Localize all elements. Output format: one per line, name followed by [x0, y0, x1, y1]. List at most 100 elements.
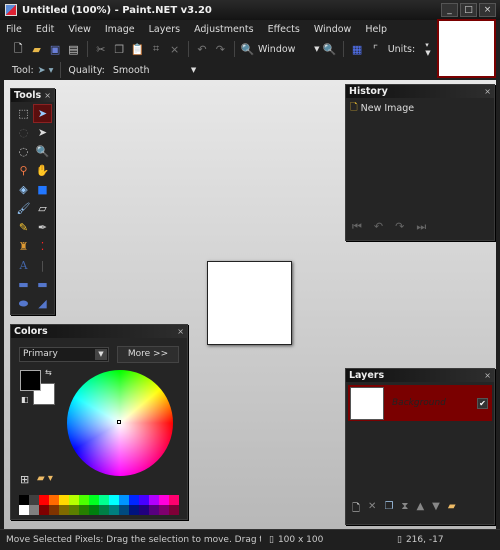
- merge-layer-down-icon[interactable]: ⧗: [401, 501, 408, 518]
- rounded-rectangle-icon[interactable]: ▬: [33, 275, 52, 294]
- image-thumbnail[interactable]: [437, 19, 496, 78]
- ellipse-icon[interactable]: ⬬: [14, 294, 33, 313]
- menu-help[interactable]: Help: [365, 24, 387, 35]
- palette-swatch[interactable]: [69, 495, 79, 505]
- swap-colors-icon[interactable]: ⇆: [45, 368, 52, 377]
- current-tool-icon[interactable]: ➤ ▾: [38, 65, 54, 76]
- palette-swatch[interactable]: [139, 495, 149, 505]
- palette-menu-icon[interactable]: ▰ ▾: [37, 473, 53, 484]
- palette-swatch[interactable]: [159, 495, 169, 505]
- palette-swatch[interactable]: [79, 495, 89, 505]
- more-button[interactable]: More >>: [117, 346, 179, 363]
- color-mode-select[interactable]: Primary ▼: [19, 347, 109, 362]
- paint-bucket-icon[interactable]: ◈: [14, 180, 33, 199]
- history-close-icon[interactable]: ×: [484, 87, 491, 96]
- palette-swatch[interactable]: [29, 505, 39, 515]
- palette-swatch[interactable]: [129, 505, 139, 515]
- redo-icon[interactable]: ↷: [212, 41, 228, 58]
- palette-swatch[interactable]: [69, 505, 79, 515]
- palette-swatch[interactable]: [109, 495, 119, 505]
- add-layer-icon[interactable]: 🗋: [352, 501, 360, 518]
- palette-swatch[interactable]: [19, 495, 29, 505]
- menu-image[interactable]: Image: [105, 24, 135, 35]
- layer-row[interactable]: Background ✔: [348, 385, 492, 421]
- move-selection-icon[interactable]: ➤: [33, 123, 52, 142]
- layers-close-icon[interactable]: ×: [484, 371, 491, 380]
- freeform-shape-icon[interactable]: ◢: [33, 294, 52, 313]
- pencil-icon[interactable]: ✎: [14, 218, 33, 237]
- layer-properties-icon[interactable]: ▰: [448, 501, 456, 518]
- rectangle-select-icon[interactable]: ⬚: [14, 104, 33, 123]
- rectangle-icon[interactable]: ▬: [14, 275, 33, 294]
- new-icon[interactable]: 🗋: [10, 41, 26, 58]
- primary-color-swatch[interactable]: [20, 370, 41, 391]
- palette-swatch[interactable]: [19, 505, 29, 515]
- line-curve-icon[interactable]: |: [33, 256, 52, 275]
- palette-swatch[interactable]: [169, 505, 179, 515]
- copy-icon[interactable]: ❐: [111, 41, 127, 58]
- zoom-dropdown-arrow[interactable]: ▼: [314, 45, 319, 53]
- cut-icon[interactable]: ✂: [93, 41, 109, 58]
- palette-swatch[interactable]: [59, 505, 69, 515]
- menu-layers[interactable]: Layers: [149, 24, 180, 35]
- palette-swatch[interactable]: [99, 505, 109, 515]
- grid-icon[interactable]: ▦: [349, 41, 365, 58]
- zoom-select[interactable]: Window: [258, 44, 312, 55]
- rewind-icon[interactable]: ⏮: [352, 220, 362, 234]
- palette-swatch[interactable]: [49, 495, 59, 505]
- zoom-icon[interactable]: 🔍: [33, 142, 52, 161]
- ellipse-select-icon[interactable]: ◌: [14, 142, 33, 161]
- recolor-icon[interactable]: ⁚: [33, 237, 52, 256]
- menu-file[interactable]: File: [6, 24, 22, 35]
- menu-view[interactable]: View: [68, 24, 91, 35]
- fast-forward-icon[interactable]: ⏭: [416, 220, 426, 234]
- palette-swatch[interactable]: [149, 495, 159, 505]
- palette-swatch[interactable]: [39, 495, 49, 505]
- lasso-select-icon[interactable]: ◌: [14, 123, 33, 142]
- step-back-icon[interactable]: ↶: [374, 220, 383, 234]
- quality-select[interactable]: Smooth: [113, 65, 187, 76]
- close-button[interactable]: ×: [479, 3, 496, 17]
- text-icon[interactable]: A: [14, 256, 33, 275]
- deselect-icon[interactable]: ⨯: [166, 41, 182, 58]
- step-forward-icon[interactable]: ↷: [395, 220, 404, 234]
- magic-wand-icon[interactable]: ⚲: [14, 161, 33, 180]
- units-select[interactable]: ▾ ▼: [425, 41, 436, 57]
- zoom-out-icon[interactable]: 🔍: [240, 41, 256, 58]
- maximize-button[interactable]: □: [460, 3, 477, 17]
- palette-swatch[interactable]: [89, 495, 99, 505]
- menu-edit[interactable]: Edit: [36, 24, 54, 35]
- open-icon[interactable]: ▰: [28, 41, 44, 58]
- palette-swatch[interactable]: [169, 495, 179, 505]
- reset-colors-icon[interactable]: ◧: [21, 395, 29, 404]
- duplicate-layer-icon[interactable]: ❐: [384, 501, 393, 518]
- color-picker-icon[interactable]: ✒: [33, 218, 52, 237]
- clone-stamp-icon[interactable]: ♜: [14, 237, 33, 256]
- menu-adjustments[interactable]: Adjustments: [194, 24, 254, 35]
- zoom-in-icon[interactable]: 🔍: [321, 41, 337, 58]
- tools-close-icon[interactable]: ×: [44, 91, 51, 100]
- palette-swatch[interactable]: [159, 505, 169, 515]
- palette-swatch[interactable]: [139, 505, 149, 515]
- menu-window[interactable]: Window: [314, 24, 351, 35]
- paintbrush-icon[interactable]: 🖌: [14, 199, 33, 218]
- print-icon[interactable]: ▤: [65, 41, 81, 58]
- palette-swatch[interactable]: [59, 495, 69, 505]
- palette-swatch[interactable]: [49, 505, 59, 515]
- undo-icon[interactable]: ↶: [194, 41, 210, 58]
- menu-effects[interactable]: Effects: [268, 24, 300, 35]
- color-wheel[interactable]: [67, 370, 173, 476]
- palette-swatch[interactable]: [29, 495, 39, 505]
- palette-swatch[interactable]: [129, 495, 139, 505]
- move-layer-up-icon[interactable]: ▲: [416, 501, 424, 518]
- pan-icon[interactable]: ✋: [33, 161, 52, 180]
- layer-visibility-checkbox[interactable]: ✔: [477, 397, 488, 409]
- minimize-button[interactable]: _: [441, 3, 458, 17]
- colors-close-icon[interactable]: ×: [177, 327, 184, 336]
- quality-dropdown-arrow[interactable]: ▼: [191, 66, 196, 74]
- palette-swatch[interactable]: [99, 495, 109, 505]
- history-item[interactable]: 🗋 New Image: [346, 98, 494, 118]
- palette-swatch[interactable]: [119, 505, 129, 515]
- palette-swatch[interactable]: [119, 495, 129, 505]
- save-icon[interactable]: ▣: [47, 41, 63, 58]
